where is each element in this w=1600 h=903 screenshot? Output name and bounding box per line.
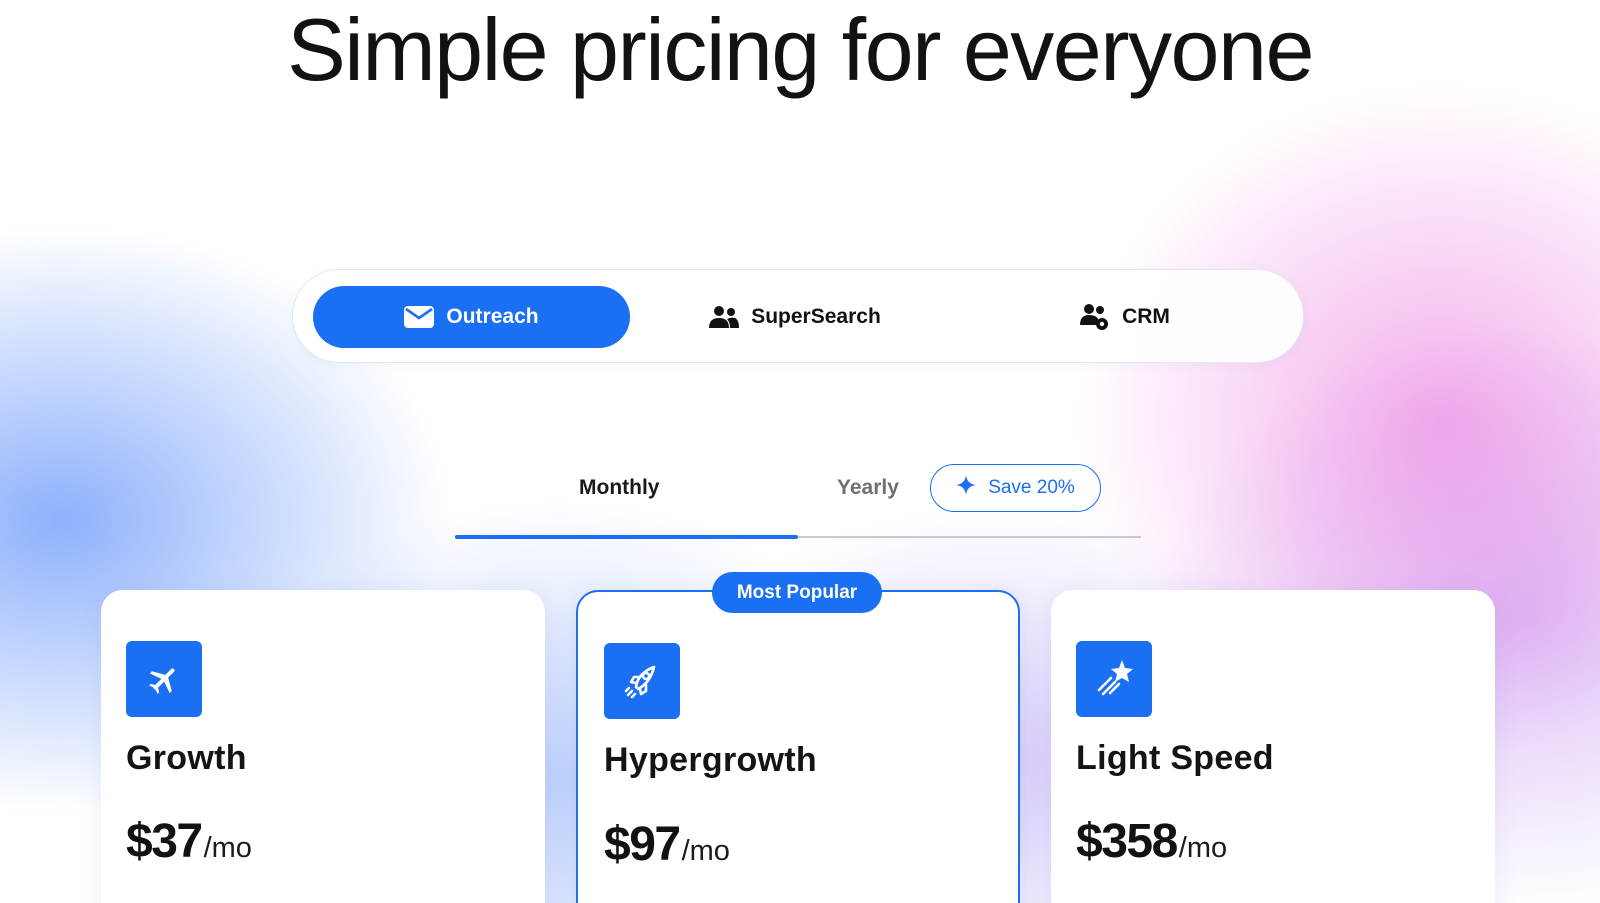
plan-price: $358 /mo: [1076, 814, 1227, 869]
rocket-icon: [604, 643, 680, 719]
save-badge-label: Save 20%: [988, 477, 1075, 498]
price-amount: $37: [126, 815, 203, 868]
airplane-icon: [126, 641, 202, 717]
plan-price: $37 /mo: [126, 814, 252, 869]
page-title: Simple pricing for everyone: [287, 0, 1314, 99]
price-unit: /mo: [203, 832, 252, 864]
save-badge[interactable]: Save 20%: [930, 464, 1101, 512]
price-amount: $358: [1076, 815, 1178, 868]
tab-monthly[interactable]: Monthly: [579, 476, 659, 500]
plan-card-hypergrowth: Hypergrowth $97 /mo: [576, 590, 1020, 903]
tab-outreach[interactable]: Outreach: [313, 286, 630, 348]
plan-name: Growth: [126, 739, 247, 777]
product-switcher: Outreach SuperSearch CRM: [292, 269, 1304, 363]
plan-price: $97 /mo: [604, 817, 730, 872]
price-unit: /mo: [1178, 832, 1228, 864]
tab-yearly[interactable]: Yearly: [837, 476, 899, 500]
price-unit: /mo: [681, 835, 730, 867]
billing-active-indicator: [455, 535, 798, 539]
plan-card-light-speed: Light Speed $358 /mo: [1051, 590, 1495, 903]
billing-toggle: Monthly Yearly Save 20%: [455, 460, 1141, 540]
tab-crm[interactable]: CRM: [960, 286, 1290, 348]
plan-name: Hypergrowth: [604, 741, 817, 779]
sparkle-icon: [956, 475, 977, 501]
pricing-page: Simple pricing for everyone Outreach Sup…: [0, 0, 1600, 903]
most-popular-badge: Most Popular: [712, 572, 882, 613]
plan-name: Light Speed: [1076, 739, 1274, 777]
tab-outreach-label: Outreach: [446, 305, 539, 328]
plan-card-growth: Growth $37 /mo: [101, 590, 545, 903]
tab-supersearch[interactable]: SuperSearch: [630, 286, 960, 348]
users-gear-icon: [1080, 303, 1110, 331]
envelope-icon: [404, 306, 435, 328]
users-icon: [709, 305, 740, 329]
price-amount: $97: [604, 818, 681, 871]
tab-crm-label: CRM: [1122, 305, 1170, 328]
shooting-star-icon: [1076, 641, 1152, 717]
tab-supersearch-label: SuperSearch: [751, 305, 881, 328]
